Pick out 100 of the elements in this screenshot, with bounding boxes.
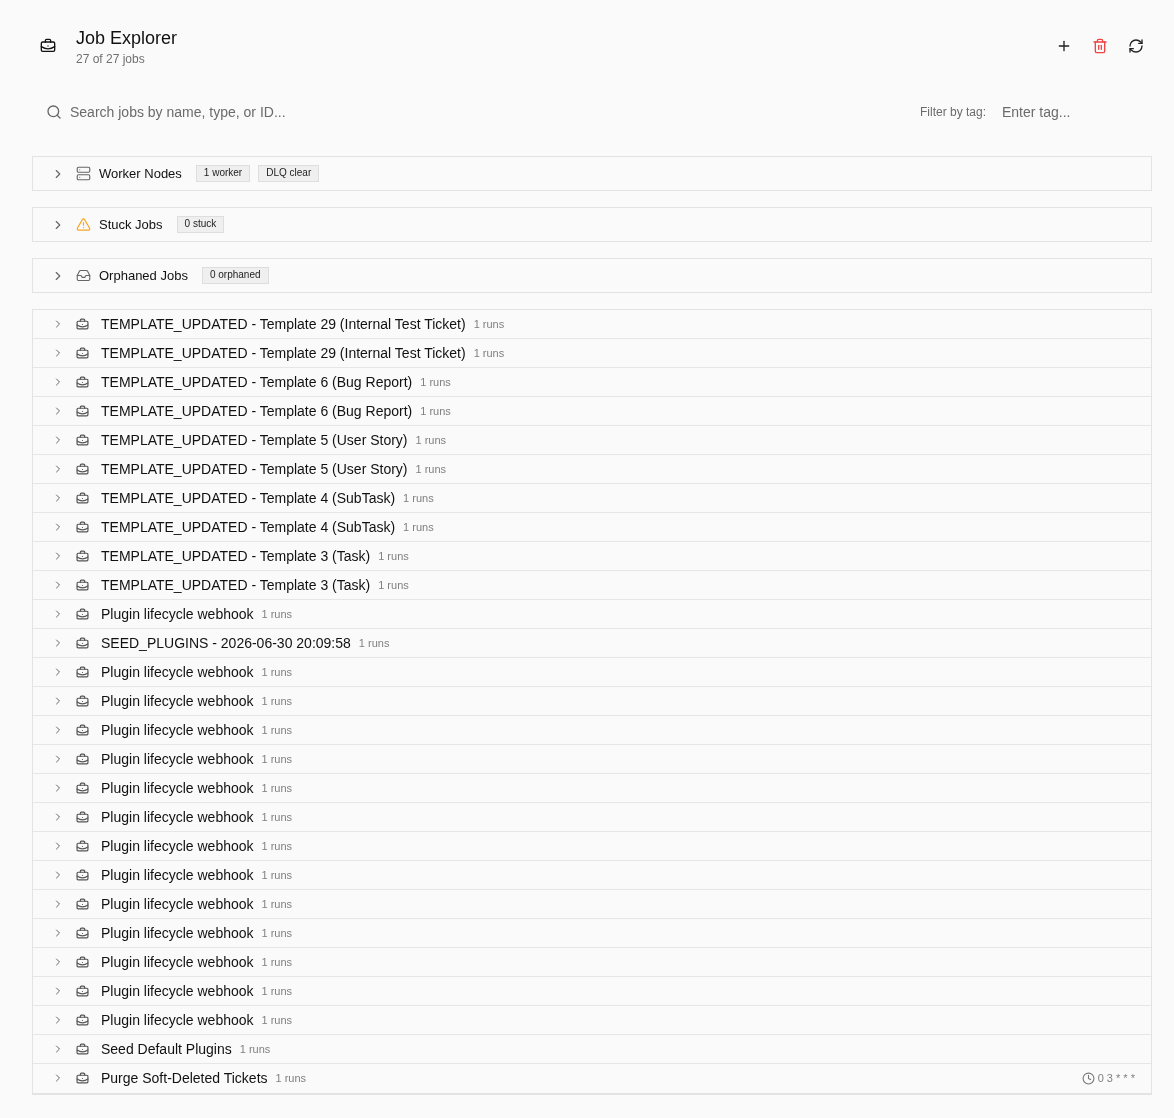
search-icon	[46, 104, 62, 120]
briefcase-icon	[76, 1013, 89, 1027]
search-input[interactable]: Search jobs by name, type, or ID...	[70, 98, 900, 126]
briefcase-icon	[40, 38, 56, 54]
job-row[interactable]: Plugin lifecycle webhook 1 runs	[33, 600, 1151, 629]
job-row[interactable]: Plugin lifecycle webhook 1 runs	[33, 687, 1151, 716]
briefcase-icon	[76, 636, 89, 650]
section-header[interactable]: Orphaned Jobs 0 orphaned	[32, 258, 1152, 293]
run-count: 1 runs	[420, 376, 451, 388]
job-name: Plugin lifecycle webhook	[101, 838, 254, 854]
job-row[interactable]: Plugin lifecycle webhook 1 runs	[33, 1006, 1151, 1035]
count-badge: 1 worker	[195, 165, 251, 182]
job-name: Plugin lifecycle webhook	[101, 1012, 254, 1028]
job-name: Plugin lifecycle webhook	[101, 606, 254, 622]
page-title: Job Explorer	[76, 27, 178, 50]
briefcase-icon	[76, 520, 89, 534]
section-title: Worker Nodes	[99, 166, 182, 181]
briefcase-icon	[76, 1071, 89, 1085]
briefcase-icon	[76, 462, 89, 476]
briefcase-icon	[76, 549, 89, 563]
run-count: 1 runs	[261, 985, 293, 997]
job-row[interactable]: TEMPLATE_UPDATED - Template 29 (Internal Test Ticket) 1 runs	[33, 310, 1151, 339]
clock-icon	[1081, 1071, 1095, 1085]
cron-schedule: 0 3 * * *	[1097, 1072, 1135, 1084]
briefcase-icon	[76, 491, 89, 505]
job-row[interactable]: TEMPLATE_UPDATED - Template 29 (Internal Test Ticket) 1 runs	[33, 339, 1151, 368]
briefcase-icon	[76, 694, 89, 708]
run-count: 1 runs	[415, 434, 447, 446]
job-row[interactable]: Plugin lifecycle webhook 1 runs	[33, 861, 1151, 890]
count-badge: DLQ clear	[258, 165, 320, 182]
job-row[interactable]: Plugin lifecycle webhook 1 runs	[33, 803, 1151, 832]
run-count: 1 runs	[261, 927, 293, 939]
warning-icon	[76, 217, 91, 232]
job-row[interactable]: Plugin lifecycle webhook 1 runs	[33, 948, 1151, 977]
job-row[interactable]: TEMPLATE_UPDATED - Template 4 (SubTask) 1 runs	[33, 513, 1151, 542]
run-count: 1 runs	[403, 521, 434, 533]
job-row[interactable]: Plugin lifecycle webhook 1 runs	[33, 745, 1151, 774]
job-row[interactable]: TEMPLATE_UPDATED - Template 3 (Task) 1 runs	[33, 571, 1151, 600]
job-row[interactable]: Seed Default Plugins 1 runs	[33, 1035, 1151, 1064]
job-row[interactable]: TEMPLATE_UPDATED - Template 3 (Task) 1 runs	[33, 542, 1151, 571]
run-count: 1 runs	[239, 1043, 271, 1055]
job-name: TEMPLATE_UPDATED - Template 6 (Bug Report)	[101, 403, 413, 419]
tag-input[interactable]: Enter tag...	[1002, 97, 1152, 127]
job-row[interactable]: TEMPLATE_UPDATED - Template 4 (SubTask) 1 runs	[33, 484, 1151, 513]
job-row[interactable]: TEMPLATE_UPDATED - Template 5 (User Story) 1 runs	[33, 426, 1151, 455]
job-row[interactable]: Plugin lifecycle webhook 1 runs	[33, 658, 1151, 687]
job-row[interactable]: TEMPLATE_UPDATED - Template 5 (User Story) 1 runs	[33, 455, 1151, 484]
briefcase-icon	[76, 375, 89, 389]
section-title: Orphaned Jobs	[99, 268, 188, 283]
job-row[interactable]: TEMPLATE_UPDATED - Template 6 (Bug Report) 1 runs	[33, 397, 1151, 426]
briefcase-icon	[76, 607, 89, 621]
run-count: 1 runs	[261, 753, 293, 765]
trash-icon	[1092, 38, 1108, 54]
section-header[interactable]: Stuck Jobs 0 stuck	[32, 207, 1152, 242]
run-count: 1 runs	[261, 840, 293, 852]
section-header[interactable]: Worker Nodes 1 worker DLQ clear	[32, 156, 1152, 191]
job-name: Plugin lifecycle webhook	[101, 664, 254, 680]
job-name: TEMPLATE_UPDATED - Template 4 (SubTask)	[101, 490, 396, 506]
job-name: TEMPLATE_UPDATED - Template 29 (Internal Test Ticket)	[101, 316, 466, 332]
run-count: 1 runs	[261, 869, 293, 881]
run-count: 1 runs	[261, 724, 293, 736]
job-row[interactable]: Plugin lifecycle webhook 1 runs	[33, 774, 1151, 803]
job-row[interactable]: Plugin lifecycle webhook 1 runs	[33, 832, 1151, 861]
job-name: TEMPLATE_UPDATED - Template 3 (Task)	[101, 577, 371, 593]
run-count: 1 runs	[261, 608, 293, 620]
job-row[interactable]: Plugin lifecycle webhook 1 runs	[33, 977, 1151, 1006]
run-count: 1 runs	[261, 898, 293, 910]
run-count: 1 runs	[261, 666, 293, 678]
job-row[interactable]: Plugin lifecycle webhook 1 runs	[33, 919, 1151, 948]
run-count: 1 runs	[261, 1014, 293, 1026]
briefcase-icon	[76, 810, 89, 824]
job-row[interactable]: Purge Soft-Deleted Tickets 1 runs 0 3 * * *	[33, 1064, 1151, 1093]
job-name: Seed Default Plugins	[101, 1041, 232, 1057]
job-name: Plugin lifecycle webhook	[101, 722, 254, 738]
job-row[interactable]: Plugin lifecycle webhook 1 runs	[33, 890, 1151, 919]
run-count: 1 runs	[275, 1072, 307, 1084]
job-row[interactable]: TEMPLATE_UPDATED - Template 6 (Bug Report) 1 runs	[33, 368, 1151, 397]
job-name: TEMPLATE_UPDATED - Template 4 (SubTask)	[101, 519, 396, 535]
run-count: 1 runs	[473, 318, 505, 330]
briefcase-icon	[76, 723, 89, 737]
job-name: TEMPLATE_UPDATED - Template 6 (Bug Report)	[101, 374, 413, 390]
briefcase-icon	[76, 346, 89, 360]
job-row[interactable]: SEED_PLUGINS - 2026-06-30 20:09:58 1 runs	[33, 629, 1151, 658]
job-name: Plugin lifecycle webhook	[101, 896, 254, 912]
job-name: Purge Soft-Deleted Tickets	[101, 1070, 268, 1086]
job-name: TEMPLATE_UPDATED - Template 3 (Task)	[101, 548, 371, 564]
count-badge: 0 orphaned	[201, 267, 269, 284]
run-count: 1 runs	[420, 405, 451, 417]
run-count: 1 runs	[358, 637, 390, 649]
filter-label: Filter by tag:	[919, 105, 986, 119]
run-count: 1 runs	[261, 695, 293, 707]
run-count: 1 runs	[378, 579, 409, 591]
job-name: Plugin lifecycle webhook	[101, 867, 254, 883]
job-name: Plugin lifecycle webhook	[101, 925, 254, 941]
briefcase-icon	[76, 752, 89, 766]
briefcase-icon	[76, 578, 89, 592]
job-name: TEMPLATE_UPDATED - Template 5 (User Story)	[101, 461, 408, 477]
job-row[interactable]: Plugin lifecycle webhook 1 runs	[33, 716, 1151, 745]
briefcase-icon	[76, 839, 89, 853]
plus-icon	[1056, 38, 1072, 54]
